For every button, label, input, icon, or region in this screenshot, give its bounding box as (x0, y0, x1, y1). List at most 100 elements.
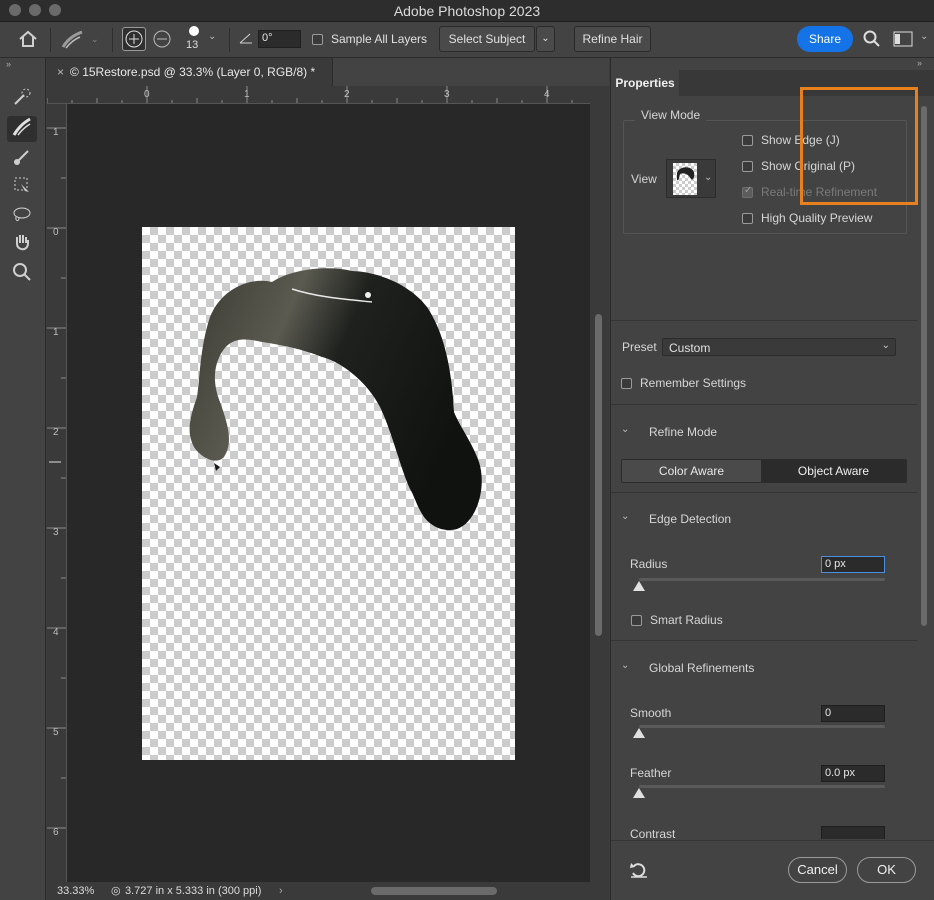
edge-detection-heading[interactable]: Edge Detection (649, 512, 731, 526)
panel-scrollbar-thumb[interactable] (921, 106, 927, 626)
document-canvas[interactable] (142, 227, 515, 760)
preset-value: Custom (669, 341, 711, 355)
preset-chevron-icon: ⌄ (881, 340, 890, 351)
color-aware-button[interactable]: Color Aware (622, 460, 761, 482)
smooth-label: Smooth (630, 706, 672, 720)
smart-radius-checkbox[interactable] (631, 615, 642, 626)
smooth-input[interactable]: 0 (821, 705, 885, 722)
brush-size-chevron-icon[interactable]: ⌄ (208, 31, 216, 42)
radius-slider-thumb[interactable] (633, 581, 645, 591)
ruler-left-label: 4 (53, 627, 59, 638)
chevron-right-icon[interactable]: › (279, 882, 283, 900)
high-quality-preview-checkbox[interactable] (742, 213, 753, 224)
collapse-toolbar-icon[interactable]: » (6, 59, 11, 69)
object-selection-tool-icon[interactable] (7, 174, 37, 200)
panel-scrollbar[interactable] (919, 106, 929, 886)
workspace-chevron-icon[interactable]: ⌄ (920, 31, 928, 42)
expand-detection-area-icon[interactable] (122, 27, 146, 51)
smooth-slider[interactable] (639, 725, 885, 728)
title-bar: Adobe Photoshop 2023 (0, 0, 934, 22)
sample-all-layers-checkbox[interactable] (312, 34, 323, 45)
tab-properties[interactable]: Properties (611, 70, 679, 96)
restore-original-edge-icon[interactable] (151, 28, 173, 53)
refine-edge-brush-tool-icon[interactable] (7, 116, 37, 142)
collapse-panel-icon[interactable]: » (917, 58, 922, 68)
ruler-top-label: 1 (244, 89, 250, 100)
document-tab-title: 15Restore.psd @ 33.3% (Layer 0, RGB/8) * (82, 65, 316, 79)
brush-tool-icon[interactable] (7, 146, 37, 172)
edge-detection-collapse-icon[interactable]: ⌄ (621, 511, 633, 523)
ruler-left-label: 2 (53, 427, 59, 438)
share-button[interactable]: Share (797, 26, 853, 52)
high-quality-preview-label: High Quality Preview (761, 211, 873, 225)
tools-panel: » (0, 58, 46, 900)
horizontal-scrollbar-thumb[interactable] (371, 887, 497, 895)
object-aware-button[interactable]: Object Aware (761, 460, 906, 482)
refine-hair-button[interactable]: Refine Hair (574, 26, 651, 52)
radius-label: Radius (630, 557, 668, 571)
select-subject-button[interactable]: Select Subject (439, 26, 535, 52)
ok-button[interactable]: OK (857, 857, 916, 883)
show-original-checkbox[interactable] (742, 161, 753, 172)
ruler-left-label: 5 (53, 727, 59, 738)
vertical-scrollbar[interactable] (590, 86, 609, 882)
lasso-tool-icon[interactable] (7, 204, 37, 230)
ruler-top-label: 3 (444, 89, 450, 100)
show-edge-checkbox[interactable] (742, 135, 753, 146)
hand-tool-icon[interactable] (7, 232, 37, 258)
realtime-refinement-checkbox[interactable] (742, 185, 753, 198)
copyright-icon: © (70, 65, 83, 79)
options-bar: ⌄ 13 ⌄ 0° Sample All Layers Select Subje… (0, 22, 934, 58)
angle-input[interactable]: 0° (258, 30, 301, 48)
feather-input[interactable]: 0.0 px (821, 765, 885, 782)
select-subject-dropdown-icon[interactable]: ⌄ (536, 26, 555, 52)
refine-mode-heading[interactable]: Refine Mode (649, 425, 717, 439)
quick-selection-tool-icon[interactable] (7, 86, 37, 112)
hair-cutout-image (189, 268, 482, 531)
chevron-down-icon[interactable]: ⌄ (91, 34, 99, 45)
search-icon[interactable] (863, 30, 881, 51)
highlight-box (800, 87, 918, 205)
app-title: Adobe Photoshop 2023 (393, 3, 541, 19)
cancel-button[interactable]: Cancel (788, 857, 847, 883)
close-document-icon[interactable]: × (57, 65, 64, 79)
home-icon[interactable] (18, 30, 38, 51)
workspace-icon[interactable] (893, 31, 913, 50)
global-refinements-heading[interactable]: Global Refinements (649, 661, 754, 675)
preset-dropdown[interactable]: Custom ⌄ (662, 338, 896, 356)
remember-settings-label: Remember Settings (640, 376, 747, 390)
vertical-scrollbar-thumb[interactable] (595, 314, 602, 636)
radius-input[interactable]: 0 px (821, 556, 885, 573)
preset-label: Preset (622, 340, 657, 354)
view-mode-selector[interactable]: ⌄ (666, 159, 716, 198)
contrast-input[interactable] (821, 826, 885, 839)
global-refinements-collapse-icon[interactable]: ⌄ (621, 660, 633, 672)
view-mode-thumbnail (673, 163, 697, 195)
ruler-left-label: 1 (53, 327, 59, 338)
sample-all-layers-label: Sample All Layers (331, 32, 428, 46)
zoom-level[interactable]: 33.33% (57, 882, 94, 900)
document-tab-strip (333, 58, 609, 86)
panel-footer: Cancel OK (611, 840, 934, 900)
brush-preview-icon[interactable] (189, 26, 199, 36)
ruler-top-label: 2 (344, 89, 350, 100)
contrast-label: Contrast (630, 827, 676, 841)
feather-slider[interactable] (639, 785, 885, 788)
ruler-left-label: 3 (53, 527, 59, 538)
reset-icon[interactable] (629, 861, 649, 882)
info-icon: ◎ (111, 885, 121, 897)
radius-slider[interactable] (639, 578, 885, 581)
zoom-tool-icon[interactable] (7, 261, 37, 287)
feather-slider-thumb[interactable] (633, 788, 645, 798)
smooth-slider-thumb[interactable] (633, 728, 645, 738)
document-info[interactable]: 3.727 in x 5.333 in (300 ppi) (125, 882, 261, 900)
document-tab[interactable]: × © 15Restore.psd @ 33.3% (Layer 0, RGB/8… (47, 58, 333, 86)
refine-edge-brush-preset-icon[interactable] (60, 29, 86, 54)
status-bar: 33.33% ◎ 3.727 in x 5.333 in (300 ppi) › (47, 882, 609, 900)
horizontal-ruler: 0 1 2 3 4 (47, 86, 590, 104)
refine-mode-collapse-icon[interactable]: ⌄ (621, 424, 633, 436)
angle-icon (239, 31, 253, 48)
ruler-top-label: 0 (144, 89, 150, 100)
view-mode-chevron-icon[interactable]: ⌄ (704, 172, 712, 183)
remember-settings-checkbox[interactable] (621, 378, 632, 389)
